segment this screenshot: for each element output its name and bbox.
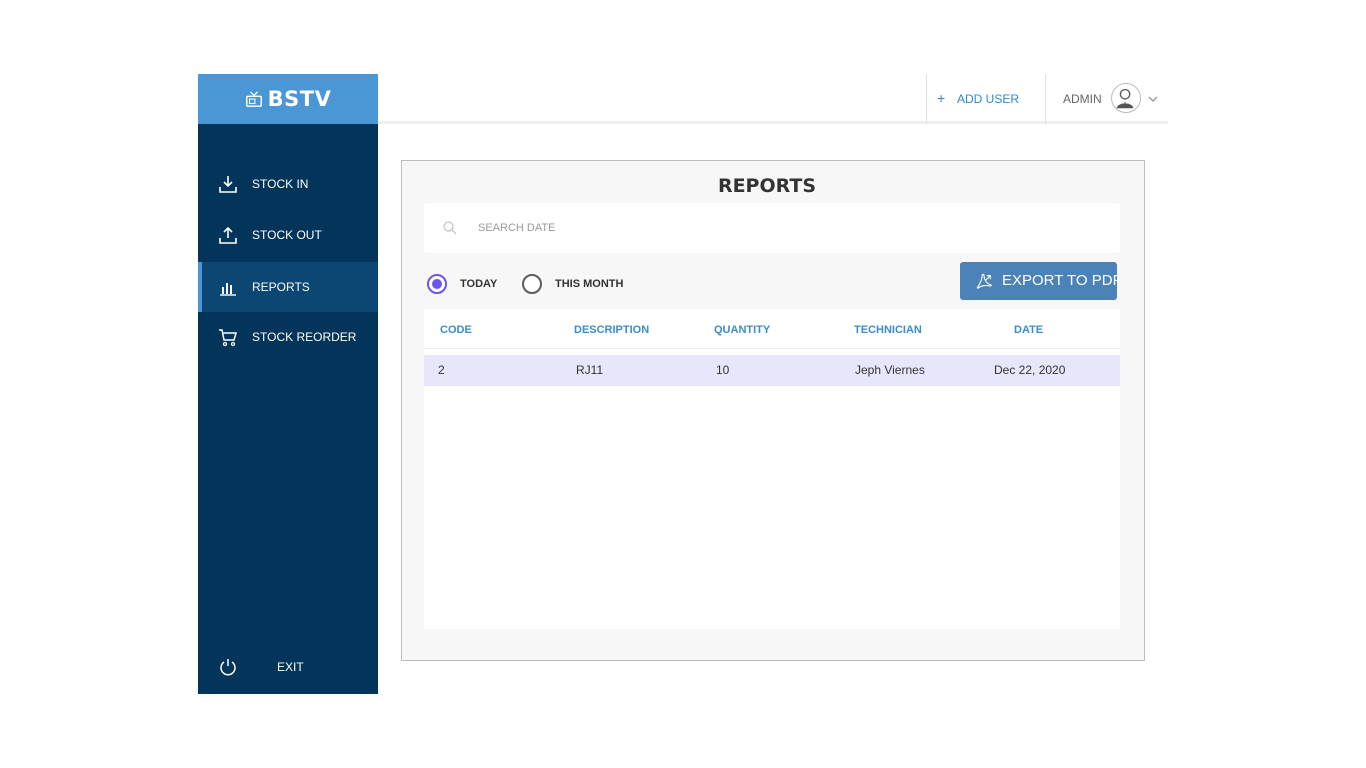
sidebar-item-label: STOCK REORDER [252, 330, 357, 344]
sidebar: BSTV STOCK IN STOCK OUT REPORTS STOCK RE… [198, 74, 378, 694]
export-to-pdf-label: EXPORT TO PDF [1002, 272, 1122, 289]
app-window: BSTV STOCK IN STOCK OUT REPORTS STOCK RE… [198, 74, 1168, 694]
cart-icon [219, 329, 237, 347]
pdf-icon [976, 273, 992, 289]
report-table: CODE DESCRIPTION QUANTITY TECHNICIAN DAT… [424, 309, 1120, 629]
column-header-date[interactable]: DATE [1014, 323, 1043, 337]
exit-button[interactable]: EXIT [198, 652, 378, 682]
sidebar-item-reports[interactable]: REPORTS [198, 262, 378, 312]
cell-date: Dec 22, 2020 [994, 363, 1066, 377]
tv-icon [245, 91, 262, 107]
brand-header: BSTV [198, 74, 378, 124]
filter-today-label: TODAY [460, 278, 498, 290]
user-avatar[interactable] [1111, 83, 1141, 113]
sidebar-item-stock-reorder[interactable]: STOCK REORDER [198, 312, 378, 362]
download-icon [219, 176, 237, 193]
filter-this-month-label: THIS MONTH [555, 278, 624, 290]
bar-chart-icon [220, 283, 236, 296]
column-header-code[interactable]: CODE [440, 323, 472, 337]
add-user-label: ADD USER [957, 92, 1020, 106]
report-panel: REPORTS TODAY THIS MONTH EXPORT TO PDF [401, 160, 1145, 661]
table-row[interactable]: 2 RJ11 10 Jeph Viernes Dec 22, 2020 [424, 355, 1120, 386]
chevron-down-icon[interactable] [1147, 93, 1159, 105]
column-header-description[interactable]: DESCRIPTION [574, 323, 649, 337]
cell-technician: Jeph Viernes [855, 363, 925, 377]
top-bar: + ADD USER ADMIN [378, 74, 1168, 124]
cell-description: RJ11 [576, 363, 604, 377]
export-to-pdf-button[interactable]: EXPORT TO PDF [960, 262, 1122, 300]
search-icon [443, 221, 457, 235]
column-header-quantity[interactable]: QUANTITY [714, 323, 770, 337]
filter-this-month-radio[interactable]: THIS MONTH [522, 274, 632, 294]
sidebar-item-label: REPORTS [252, 280, 310, 294]
column-header-technician[interactable]: TECHNICIAN [854, 323, 922, 337]
cell-quantity: 10 [716, 363, 730, 377]
radio-button[interactable] [522, 274, 542, 294]
user-avatar-icon [1116, 88, 1134, 109]
cell-code: 2 [438, 363, 445, 377]
exit-label: EXIT [277, 660, 304, 674]
search-box[interactable] [424, 203, 1120, 253]
filter-today-radio[interactable]: TODAY [427, 274, 507, 294]
radio-button-checked[interactable] [427, 274, 447, 294]
sidebar-item-stock-in[interactable]: STOCK IN [198, 159, 378, 209]
power-icon [220, 659, 236, 676]
sidebar-item-stock-out[interactable]: STOCK OUT [198, 210, 378, 260]
add-user-button[interactable]: + ADD USER [926, 74, 1046, 124]
admin-label: ADMIN [1063, 92, 1102, 106]
brand-name: BSTV [267, 87, 332, 111]
sidebar-item-label: STOCK OUT [252, 228, 322, 242]
plus-icon: + [937, 90, 946, 106]
upload-icon [219, 226, 237, 244]
sidebar-item-label: STOCK IN [252, 177, 309, 191]
page-title: REPORTS [717, 175, 817, 197]
table-header: CODE DESCRIPTION QUANTITY TECHNICIAN DAT… [424, 309, 1120, 349]
search-input[interactable] [476, 218, 1076, 238]
